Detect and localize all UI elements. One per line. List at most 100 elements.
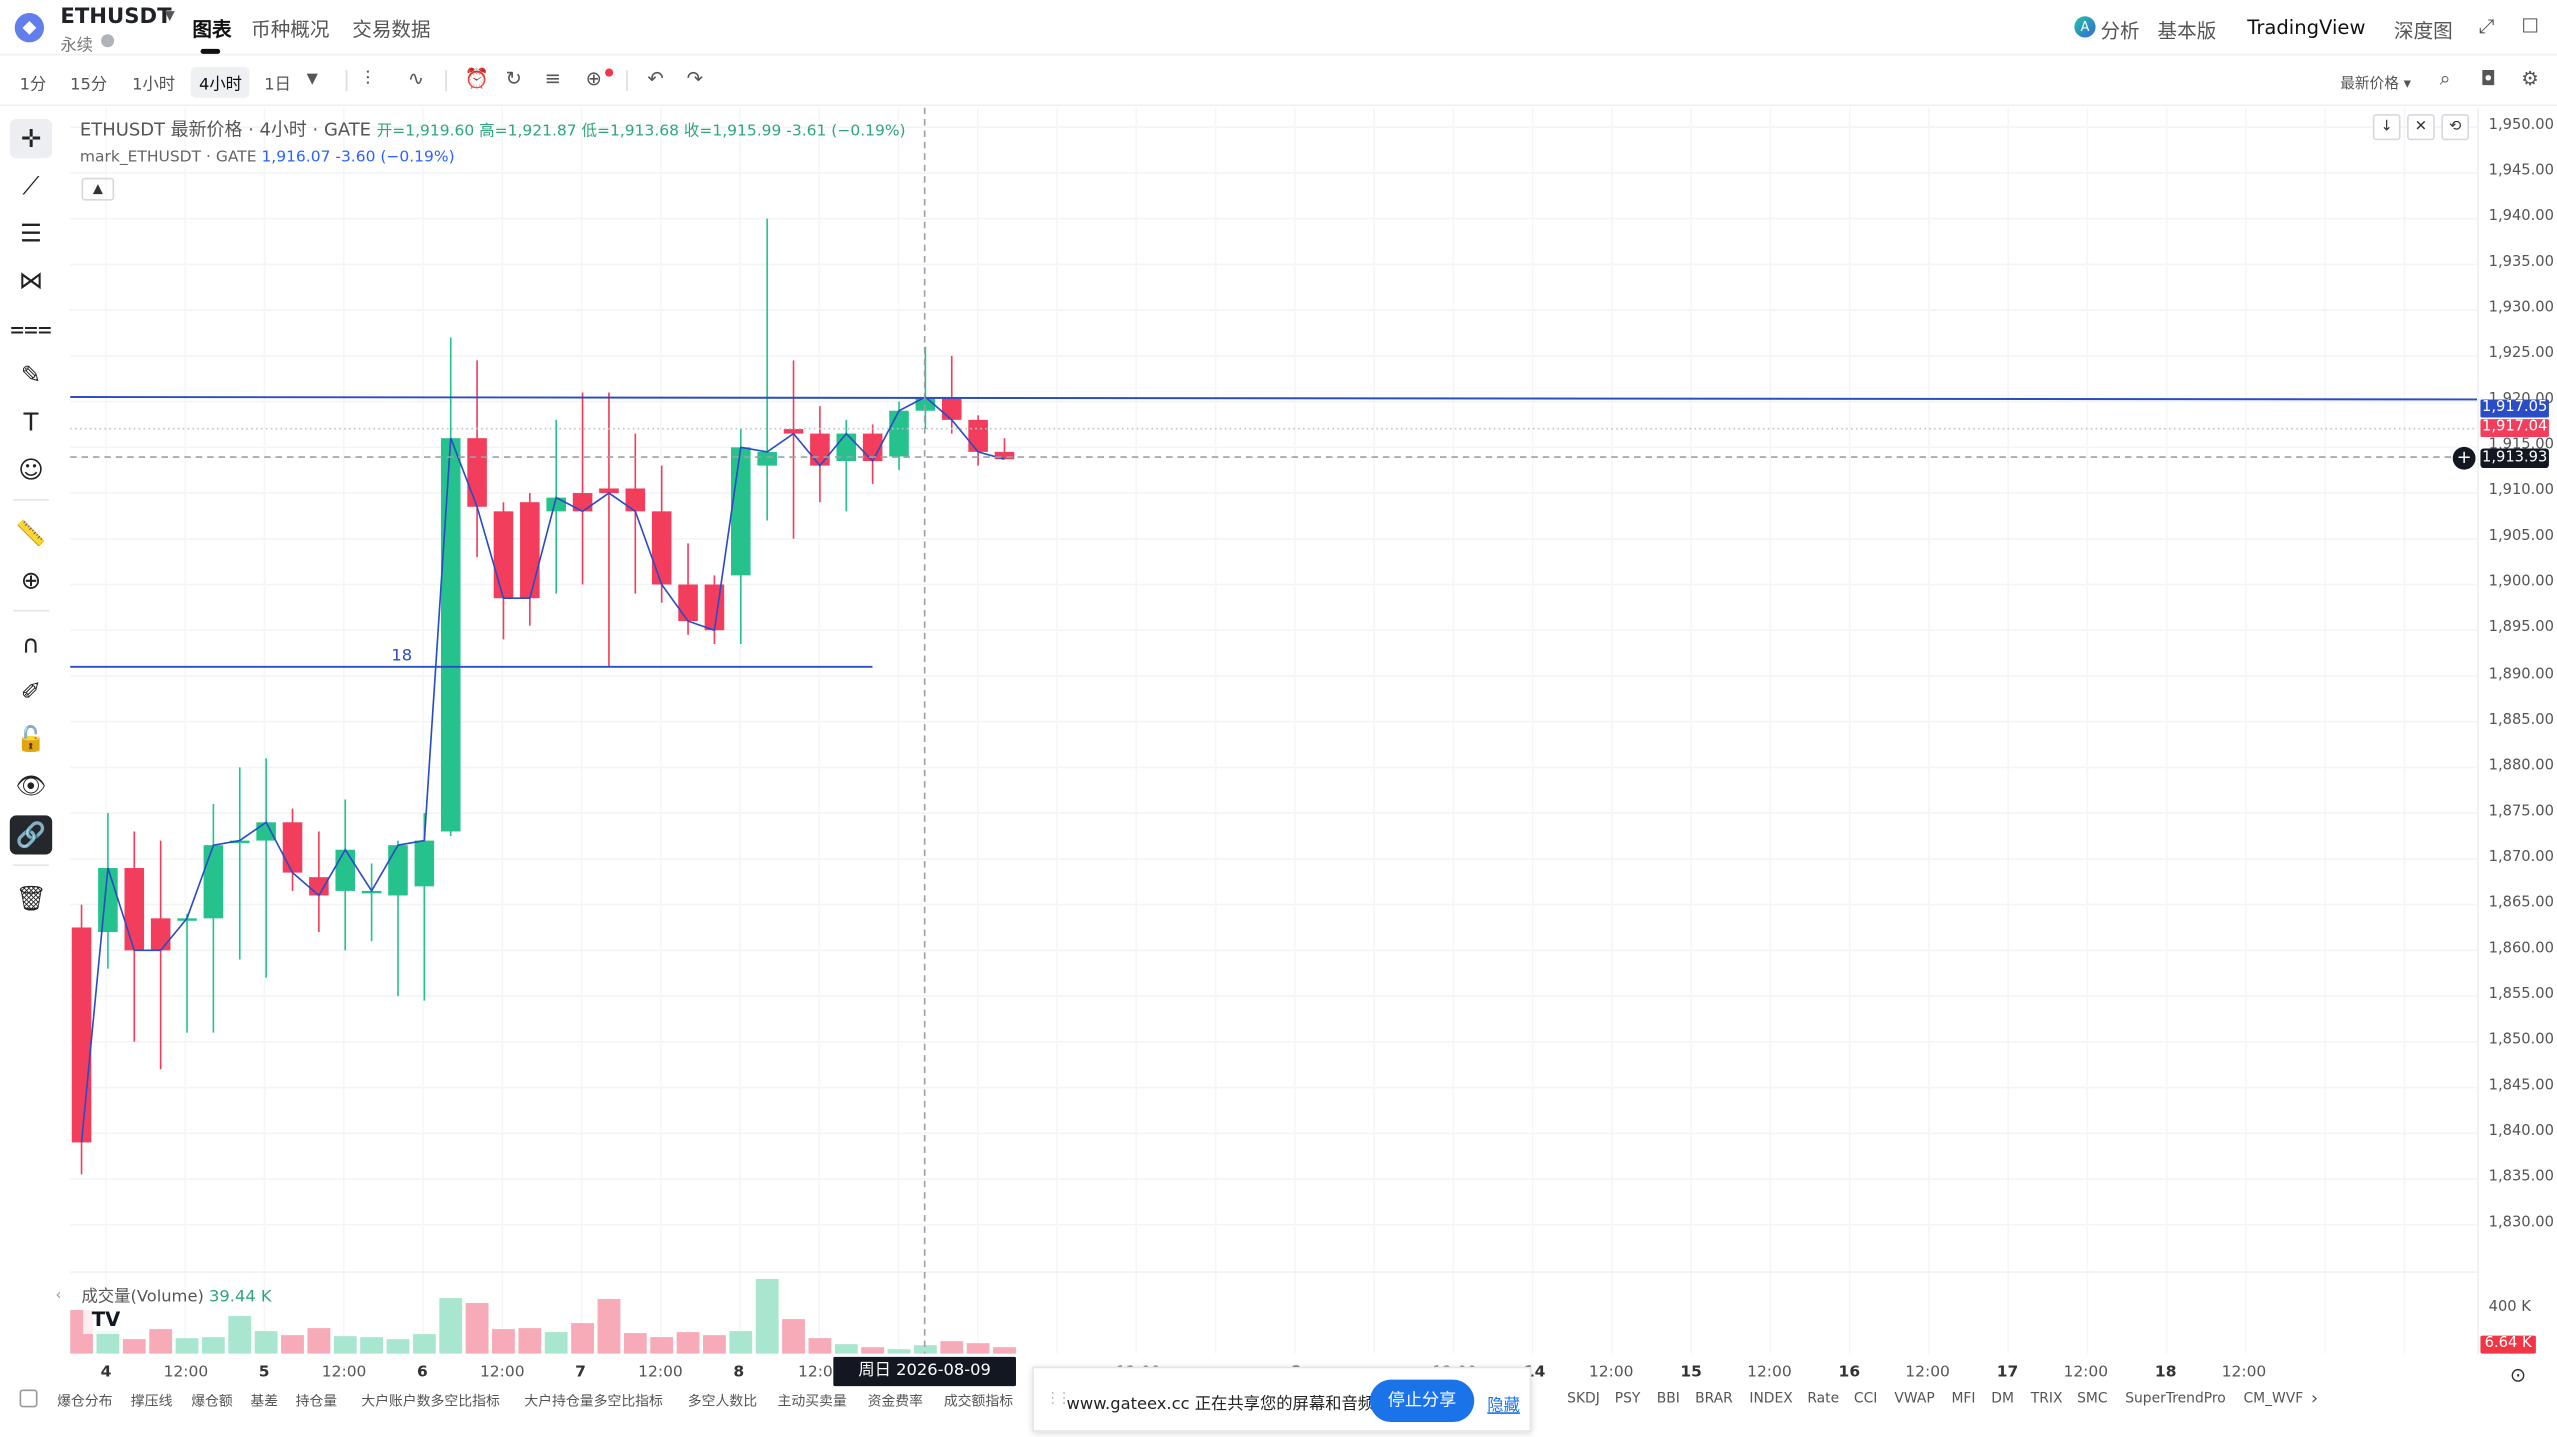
crosshair-tool-icon[interactable]: ✛ bbox=[9, 119, 53, 159]
redo-icon[interactable]: ↷ bbox=[687, 67, 703, 90]
tab-depth-chart[interactable]: 深度图 bbox=[2394, 16, 2453, 44]
interval-4h[interactable]: 4小时 bbox=[190, 66, 251, 98]
time-tick: 7 bbox=[575, 1363, 586, 1382]
eye-icon[interactable]: 👁 bbox=[10, 766, 52, 805]
zoom-in-tool-icon[interactable]: ⊕ bbox=[10, 561, 52, 600]
trash-icon[interactable]: 🗑 bbox=[10, 879, 52, 918]
time-tick: 12:00 bbox=[479, 1363, 525, 1382]
price-source-select[interactable]: 最新价格 ▾ bbox=[2340, 72, 2411, 93]
drag-handle-icon[interactable]: ⋮⋮ bbox=[1045, 1391, 1071, 1407]
indicator-item[interactable]: SKDJ bbox=[1567, 1391, 1600, 1407]
indicator-item[interactable]: 多空人数比 bbox=[688, 1391, 757, 1410]
volume-value-tag: 6.64 K bbox=[2480, 1335, 2536, 1354]
alert-icon[interactable]: ⏰ bbox=[465, 67, 489, 90]
candle-body bbox=[71, 927, 92, 1143]
chevron-up-icon[interactable]: ▲ bbox=[81, 177, 115, 201]
main-legend: ETHUSDT 最新价格 · 4小时 · GATE 开=1,919.60 高=1… bbox=[80, 116, 906, 142]
lock-icon[interactable]: 🔓 bbox=[10, 719, 52, 758]
template-icon[interactable]: ≡ bbox=[545, 67, 561, 90]
indicator-item[interactable]: CCI bbox=[1854, 1391, 1877, 1407]
indicator-item[interactable]: 成交额指标 bbox=[944, 1391, 1013, 1410]
link-icon[interactable]: 🔗 bbox=[9, 815, 53, 855]
trend-line-tool-icon[interactable]: ⟋ bbox=[10, 166, 52, 205]
volume-bar bbox=[703, 1335, 726, 1354]
chevron-right-icon[interactable]: › bbox=[2311, 1388, 2318, 1409]
candle-body bbox=[414, 840, 435, 887]
camera-icon[interactable]: ◘ bbox=[2480, 67, 2495, 90]
ruler-tool-icon[interactable]: 📏 bbox=[10, 514, 52, 553]
interval-dropdown-icon[interactable]: ▼ bbox=[307, 72, 318, 88]
volume-bar bbox=[281, 1335, 304, 1354]
emoji-tool-icon[interactable]: ☺ bbox=[10, 450, 52, 489]
hide-link[interactable]: 隐藏 bbox=[1487, 1391, 1520, 1416]
volume-bar bbox=[492, 1329, 515, 1354]
auto-scale-icon[interactable]: ✕ bbox=[2407, 114, 2435, 141]
reset-chart-icon[interactable]: ⟲ bbox=[2441, 114, 2470, 141]
interval-1m[interactable]: 1分 bbox=[20, 70, 47, 95]
indicator-item[interactable]: PSY bbox=[1615, 1391, 1641, 1407]
tab-analysis[interactable]: 分析 bbox=[2100, 16, 2139, 44]
indicators-icon[interactable]: ∿ bbox=[408, 67, 424, 90]
indicator-item[interactable]: BBI bbox=[1657, 1391, 1680, 1407]
indicator-item[interactable]: BRAR bbox=[1695, 1391, 1733, 1407]
undo-icon[interactable]: ↶ bbox=[647, 67, 663, 90]
indicator-item[interactable]: SMC bbox=[2077, 1391, 2107, 1407]
indicator-item[interactable]: 大户持仓量多空比指标 bbox=[524, 1391, 663, 1410]
scroll-to-latest-icon[interactable]: ↓ bbox=[2372, 114, 2401, 141]
indicator-item[interactable]: INDEX bbox=[1749, 1391, 1792, 1407]
interval-15m[interactable]: 15分 bbox=[70, 70, 107, 95]
candle-body bbox=[282, 822, 303, 873]
indicator-item[interactable]: 基差 bbox=[250, 1391, 278, 1410]
tab-trading-data[interactable]: 交易数据 bbox=[352, 15, 430, 43]
time-tick: 8 bbox=[733, 1363, 745, 1382]
time-tick: 12:00 bbox=[163, 1363, 209, 1382]
fullscreen-icon[interactable]: ☐ bbox=[2521, 15, 2539, 38]
brush-tool-icon[interactable]: ✎ bbox=[10, 356, 52, 395]
info-icon[interactable] bbox=[101, 34, 115, 48]
add-icon[interactable]: ⊕ bbox=[585, 67, 601, 90]
indicator-item[interactable]: 持仓量 bbox=[296, 1391, 338, 1410]
symbol-name[interactable]: ETHUSDT bbox=[60, 5, 171, 29]
search-icon[interactable]: ⌕ bbox=[2440, 67, 2451, 91]
price-tick: 1,885.00 bbox=[2488, 711, 2554, 729]
interval-1h[interactable]: 1小时 bbox=[132, 70, 175, 95]
volume-bar bbox=[122, 1339, 146, 1354]
tab-coin-overview[interactable]: 币种概况 bbox=[251, 15, 329, 43]
replay-icon[interactable]: ↻ bbox=[506, 67, 522, 90]
indicator-item[interactable]: DM bbox=[1991, 1391, 2014, 1407]
tab-tradingview[interactable]: TradingView bbox=[2247, 16, 2365, 39]
indicator-item[interactable]: TRIX bbox=[2031, 1391, 2063, 1407]
volume-bar bbox=[412, 1334, 436, 1354]
tab-basic[interactable]: 基本版 bbox=[2158, 16, 2217, 44]
gear-icon[interactable]: ⚙ bbox=[2521, 67, 2539, 90]
magnet-tool-icon[interactable]: ∩ bbox=[10, 625, 52, 664]
candle-style-icon[interactable]: ⫶ bbox=[365, 67, 370, 91]
tab-chart[interactable]: 图表 bbox=[192, 15, 231, 43]
interval-1d[interactable]: 1日 bbox=[264, 70, 291, 95]
chart-canvas[interactable]: 18 bbox=[70, 107, 2478, 1354]
text-tool-icon[interactable]: T bbox=[10, 403, 52, 442]
pattern-tool-icon[interactable]: ⋈ bbox=[10, 261, 52, 300]
indicator-item[interactable]: CM_WVF bbox=[2243, 1391, 2303, 1407]
candle-body bbox=[256, 822, 276, 841]
price-axis[interactable] bbox=[2477, 107, 2557, 1354]
indicator-item[interactable]: 资金费率 bbox=[868, 1391, 923, 1410]
indicator-item[interactable]: 撑压线 bbox=[131, 1391, 173, 1410]
indicator-item[interactable]: Rate bbox=[1807, 1391, 1839, 1407]
indicator-item[interactable]: 主动买卖量 bbox=[777, 1391, 846, 1410]
indicator-item[interactable]: 爆仓分布 bbox=[57, 1391, 112, 1410]
collapse-pane-icon[interactable]: ‹ bbox=[55, 1288, 61, 1304]
expand-icon[interactable]: ⤢ bbox=[2479, 15, 2495, 39]
horizontal-lines-tool-icon[interactable]: ☰ bbox=[10, 214, 52, 253]
indicator-item[interactable]: 大户账户数多空比指标 bbox=[361, 1391, 500, 1410]
chevron-down-icon[interactable]: ▼ bbox=[165, 8, 175, 23]
stop-sharing-button[interactable]: 停止分享 bbox=[1369, 1379, 1475, 1423]
indicator-item[interactable]: VWAP bbox=[1894, 1391, 1934, 1407]
fib-tool-icon[interactable]: ⩶ bbox=[10, 308, 52, 347]
indicator-item[interactable]: SuperTrendPro bbox=[2125, 1391, 2226, 1407]
lock-drawing-icon[interactable]: ✐ bbox=[10, 672, 52, 711]
axis-settings-icon[interactable]: ⊙ bbox=[2510, 1363, 2526, 1386]
indicator-item[interactable]: 爆仓额 bbox=[191, 1391, 233, 1410]
add-order-plus-icon[interactable]: + bbox=[2452, 446, 2476, 470]
indicator-item[interactable]: MFI bbox=[1951, 1391, 1975, 1407]
